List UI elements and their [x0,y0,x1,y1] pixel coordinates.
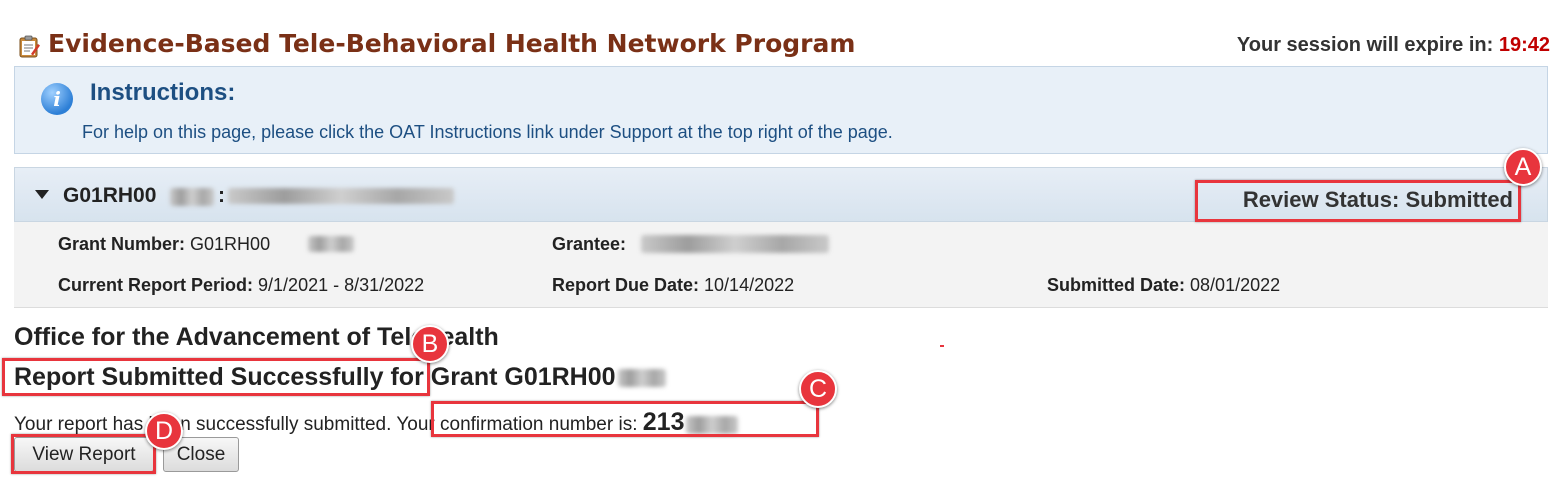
instructions-title: Instructions: [90,79,236,106]
current-period-value: 9/1/2021 - 8/31/2022 [258,275,425,295]
redacted-grant-suffix [170,188,214,206]
submitted-date-value: 08/01/2022 [1190,275,1281,295]
redacted-grantee [641,235,829,253]
confirmation-number: 213 [642,408,685,436]
review-status-value: Submitted [1405,187,1513,212]
view-report-button[interactable]: View Report [14,437,154,472]
grant-header[interactable]: G01RH00 : Review Status: Submitted [14,167,1548,222]
info-icon: i [41,83,73,115]
review-status: Review Status: Submitted [1243,187,1513,213]
stray-mark [940,345,944,347]
session-countdown: 19:42 [1498,34,1550,56]
grantee-label: Grantee: [552,234,627,254]
grant-id: G01RH00 [63,184,157,207]
collapse-caret-icon[interactable] [35,190,49,199]
submitted-date-label: Submitted Date: [1047,275,1186,295]
instructions-panel: i Instructions: For help on this page, p… [14,66,1548,154]
due-date-field: Report Due Date: 10/14/2022 [552,275,794,296]
redacted-grant-number [308,236,354,252]
grant-details: Grant Number: G01RH00 Grantee: Current R… [14,222,1548,308]
grant-number-value: G01RH00 [190,234,271,254]
success-heading-main: Report Submitted Successfully [14,363,384,391]
session-timer: Your session will expire in: 19:42 [1237,34,1550,57]
current-period-field: Current Report Period: 9/1/2021 - 8/31/2… [58,275,424,296]
title-bar: Evidence-Based Tele-Behavioral Health Ne… [14,26,1550,66]
grant-number-field: Grant Number: G01RH00 [58,234,270,255]
annotation-marker-b: B [411,325,449,363]
grant-number-label: Grant Number: [58,234,186,254]
redacted-confirmation [686,415,739,434]
review-status-label: Review Status: [1242,187,1400,212]
instructions-text: For help on this page, please click the … [82,122,893,142]
annotation-marker-d: D [145,412,183,450]
due-date-value: 10/14/2022 [704,275,795,295]
success-heading: Report Submitted Successfully for Grant … [14,363,666,392]
page-title: Evidence-Based Tele-Behavioral Health Ne… [48,29,856,58]
due-date-label: Report Due Date: [552,275,700,295]
annotation-marker-a: A [1504,148,1542,186]
submitted-date-field: Submitted Date: 08/01/2022 [1047,275,1280,296]
success-message-text: Your report has been successfully submit… [14,414,392,435]
success-heading-grant: for Grant G01RH00 [390,363,616,391]
confirmation-label: Your confirmation number is: [396,414,638,435]
annotation-marker-c: C [799,370,837,408]
grant-separator: : [218,184,225,207]
redacted-grantee-name [228,188,454,204]
redacted-grant-suffix-2 [617,369,666,388]
grantee-field: Grantee: [552,234,626,255]
success-message: Your report has been successfully submit… [14,408,739,437]
clipboard-icon [19,35,40,58]
session-label: Your session will expire in: [1236,34,1494,56]
current-period-label: Current Report Period: [58,275,254,295]
